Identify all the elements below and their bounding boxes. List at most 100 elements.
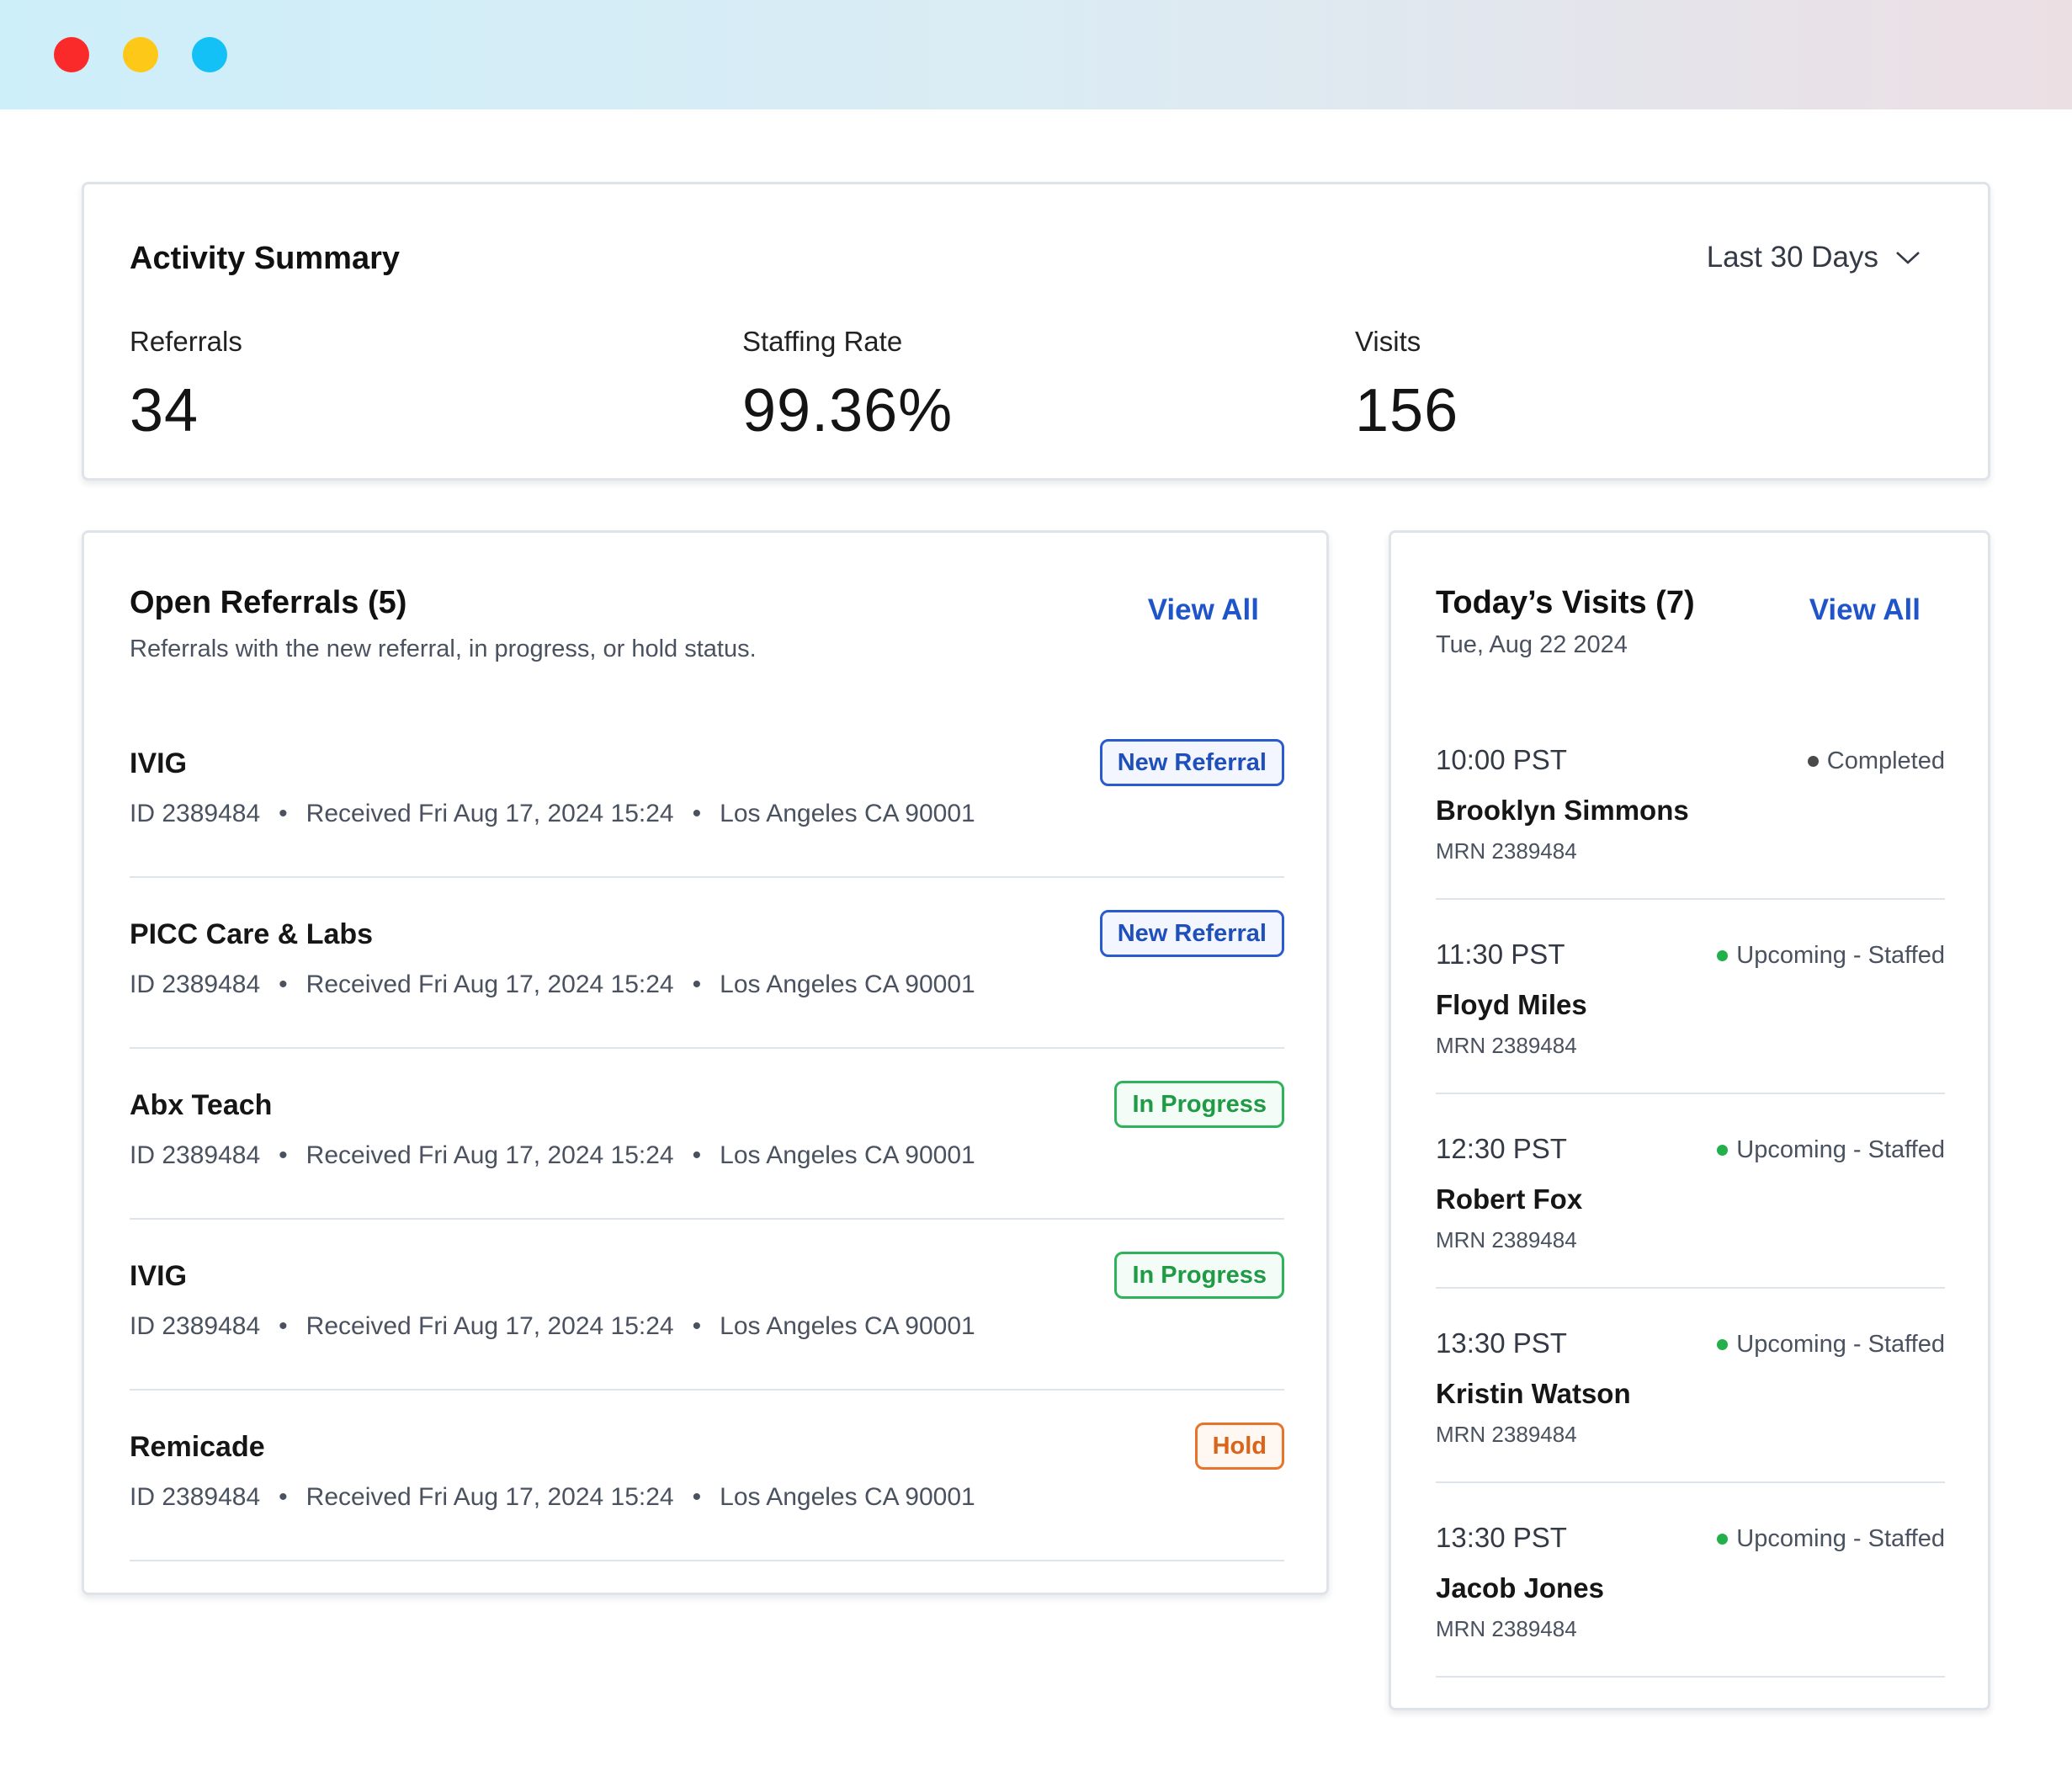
window-minimize-button[interactable]: [123, 37, 158, 72]
window-close-button[interactable]: [54, 37, 89, 72]
visit-row[interactable]: 13:30 PST Upcoming - Staffed Kristin Wat…: [1436, 1289, 1945, 1483]
visit-time: 13:30 PST: [1436, 1327, 1567, 1359]
referral-location: Los Angeles CA 90001: [720, 971, 975, 998]
status-badge: New Referral: [1099, 910, 1284, 957]
open-referrals-subtitle: Referrals with the new referral, in prog…: [130, 636, 757, 662]
open-referrals-card: Open Referrals (5) Referrals with the ne…: [82, 530, 1329, 1595]
chevron-down-icon: [1896, 252, 1920, 264]
visit-status-label: Upcoming - Staffed: [1736, 1331, 1945, 1358]
referral-meta: ID 2389484 • Received Fri Aug 17, 2024 15:…: [130, 800, 975, 828]
referral-row[interactable]: PICC Care & Labs New Referral ID 2389484…: [130, 878, 1284, 1049]
visit-row[interactable]: 10:00 PST Completed Brooklyn Simmons MRN…: [1436, 705, 1945, 900]
bullet-separator: •: [279, 800, 288, 827]
referral-id: ID 2389484: [130, 1312, 261, 1340]
metric-label: Staffing Rate: [742, 326, 903, 357]
window-maximize-button[interactable]: [192, 37, 227, 72]
referral-location: Los Angeles CA 90001: [720, 1312, 975, 1340]
referral-meta: ID 2389484 • Received Fri Aug 17, 2024 15:…: [130, 971, 975, 999]
visit-time: 12:30 PST: [1436, 1133, 1567, 1164]
todays-visits-date: Tue, Aug 22 2024: [1436, 631, 1628, 658]
referral-name: IVIG: [130, 747, 188, 779]
metric-referrals: Referrals 34: [130, 326, 242, 445]
visit-status-label: Upcoming - Staffed: [1736, 942, 1945, 969]
visit-time: 13:30 PST: [1436, 1522, 1567, 1553]
referral-location: Los Angeles CA 90001: [720, 1141, 975, 1169]
referral-meta: ID 2389484 • Received Fri Aug 17, 2024 15:…: [130, 1483, 975, 1512]
patient-name: Robert Fox: [1436, 1183, 1583, 1215]
referral-name: PICC Care & Labs: [130, 918, 374, 950]
referral-received: Received Fri Aug 17, 2024 15:24: [305, 971, 674, 998]
status-dot-icon: [1717, 1145, 1729, 1156]
visit-row[interactable]: 11:30 PST Upcoming - Staffed Floyd Miles…: [1436, 900, 1945, 1094]
referral-received: Received Fri Aug 17, 2024 15:24: [305, 1483, 674, 1511]
visit-list: 10:00 PST Completed Brooklyn Simmons MRN…: [1436, 705, 1945, 1678]
visit-time: 10:00 PST: [1436, 744, 1567, 775]
referral-received: Received Fri Aug 17, 2024 15:24: [305, 800, 674, 827]
visit-status-label: Completed: [1826, 747, 1945, 774]
referral-row[interactable]: Abx Teach In Progress ID 2389484 • Receive…: [130, 1049, 1284, 1220]
bullet-separator: •: [692, 1483, 702, 1511]
patient-name: Kristin Watson: [1436, 1378, 1631, 1409]
referral-meta: ID 2389484 • Received Fri Aug 17, 2024 15:…: [130, 1141, 975, 1170]
todays-visits-title: Today’s Visits (7): [1436, 585, 1695, 620]
patient-mrn: MRN 2389484: [1436, 1033, 1577, 1058]
visit-row[interactable]: 12:30 PST Upcoming - Staffed Robert Fox …: [1436, 1094, 1945, 1289]
referral-row[interactable]: Remicade Hold ID 2389484 • Received Fri Au…: [130, 1391, 1284, 1561]
referral-id: ID 2389484: [130, 1483, 261, 1511]
referral-id: ID 2389484: [130, 1141, 261, 1169]
patient-mrn: MRN 2389484: [1436, 838, 1577, 864]
visit-status: Upcoming - Staffed: [1717, 1136, 1945, 1164]
visit-status-label: Upcoming - Staffed: [1736, 1525, 1945, 1552]
metric-visits: Visits 156: [1355, 326, 1458, 445]
visit-status-label: Upcoming - Staffed: [1736, 1136, 1945, 1163]
referrals-view-all-link[interactable]: View All: [1148, 593, 1259, 627]
status-dot-icon: [1717, 1534, 1729, 1545]
visit-status: Upcoming - Staffed: [1717, 1525, 1945, 1553]
bullet-separator: •: [279, 971, 288, 998]
status-dot-icon: [1717, 950, 1729, 961]
status-badge: In Progress: [1114, 1081, 1284, 1128]
bullet-separator: •: [279, 1141, 288, 1169]
bullet-separator: •: [692, 1312, 702, 1340]
visit-row[interactable]: 13:30 PST Upcoming - Staffed Jacob Jones…: [1436, 1483, 1945, 1678]
referral-row[interactable]: IVIG In Progress ID 2389484 • Received Fri…: [130, 1220, 1284, 1391]
referral-row[interactable]: IVIG New Referral ID 2389484 • Received Fr…: [130, 707, 1284, 878]
bullet-separator: •: [279, 1312, 288, 1340]
activity-summary-title: Activity Summary: [130, 241, 401, 276]
todays-visits-card: Today’s Visits (7) Tue, Aug 22 2024 View…: [1389, 530, 1990, 1710]
patient-name: Floyd Miles: [1436, 989, 1587, 1020]
patient-mrn: MRN 2389484: [1436, 1227, 1577, 1252]
bullet-separator: •: [692, 971, 702, 998]
metric-staffing-rate: Staffing Rate 99.36%: [742, 326, 953, 445]
bullet-separator: •: [279, 1483, 288, 1511]
visit-status: Upcoming - Staffed: [1717, 942, 1945, 970]
referral-name: Remicade: [130, 1431, 265, 1463]
referral-name: IVIG: [130, 1260, 188, 1292]
visit-status: Upcoming - Staffed: [1717, 1331, 1945, 1359]
referral-list: IVIG New Referral ID 2389484 • Received Fr…: [130, 707, 1284, 1561]
status-badge: New Referral: [1099, 739, 1284, 786]
date-range-label: Last 30 Days: [1706, 241, 1878, 274]
referral-received: Received Fri Aug 17, 2024 15:24: [305, 1141, 674, 1169]
date-range-dropdown[interactable]: Last 30 Days: [1707, 241, 1921, 274]
window-titlebar: [0, 0, 2072, 109]
patient-mrn: MRN 2389484: [1436, 1616, 1577, 1641]
visits-view-all-link[interactable]: View All: [1809, 593, 1921, 627]
patient-mrn: MRN 2389484: [1436, 1422, 1577, 1447]
referral-id: ID 2389484: [130, 800, 261, 827]
metric-value: 156: [1355, 377, 1459, 444]
metric-value: 34: [130, 377, 199, 444]
visit-status: Completed: [1807, 747, 1945, 775]
status-dot-icon: [1807, 756, 1819, 767]
referral-received: Received Fri Aug 17, 2024 15:24: [305, 1312, 674, 1340]
bullet-separator: •: [692, 800, 702, 827]
referral-id: ID 2389484: [130, 971, 261, 998]
referral-location: Los Angeles CA 90001: [720, 1483, 975, 1511]
bullet-separator: •: [692, 1141, 702, 1169]
metric-label: Visits: [1355, 326, 1421, 357]
referral-location: Los Angeles CA 90001: [720, 800, 975, 827]
activity-summary-card: Activity Summary Last 30 Days Referrals …: [82, 182, 1990, 481]
patient-name: Jacob Jones: [1436, 1572, 1604, 1603]
visit-time: 11:30 PST: [1436, 939, 1565, 970]
status-badge: Hold: [1194, 1423, 1284, 1470]
